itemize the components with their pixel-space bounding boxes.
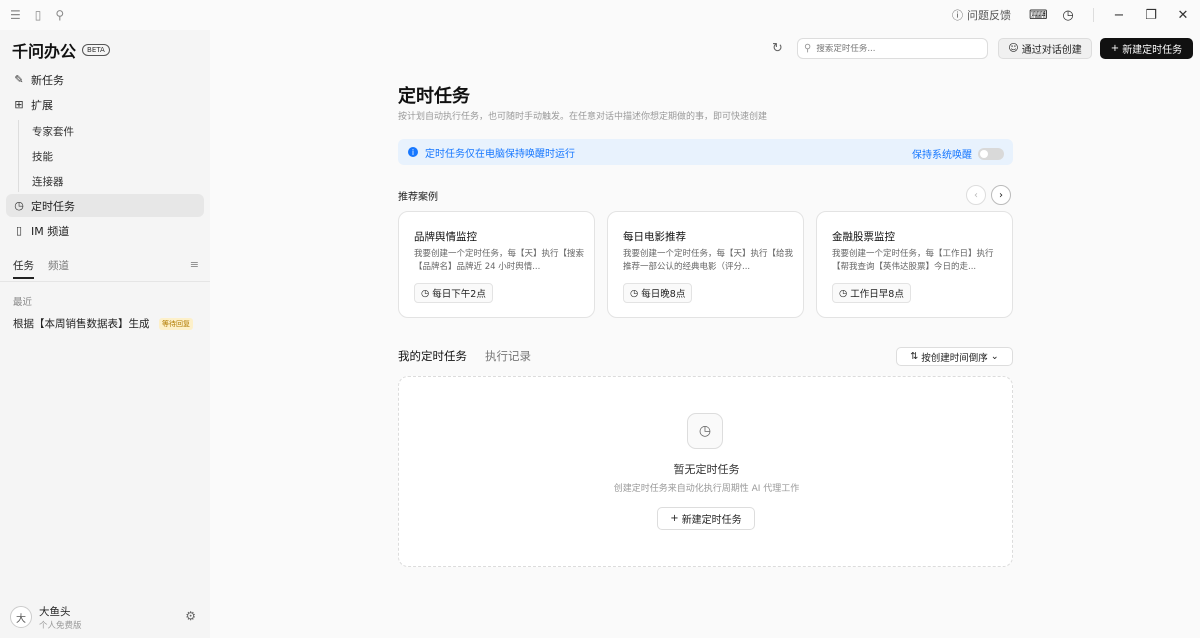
sidebar-toggle-icon[interactable]: ▯ <box>35 8 42 22</box>
user-profile[interactable]: 大 大鱼头 个人免费版 ⚙ <box>10 602 200 632</box>
keep-awake-control[interactable]: 保持系统唤醒 <box>912 146 1004 161</box>
info-banner: i 定时任务仅在电脑保持唤醒时运行 保持系统唤醒 <box>398 139 1013 165</box>
sort-dropdown[interactable]: ⇅ 按创建时间倒序 ⌄ <box>896 347 1013 366</box>
filter-icon[interactable]: ≡ <box>190 258 199 271</box>
tab-execution-history[interactable]: 执行记录 <box>485 348 531 364</box>
chevron-down-icon: ⌄ <box>990 351 999 362</box>
new-scheduled-task-button[interactable]: + 新建定时任务 <box>1100 38 1193 59</box>
recommendation-card[interactable]: 每日电影推荐 我要创建一个定时任务，每【天】执行【给我推荐一部公认的经典电影（评… <box>607 211 804 318</box>
page-description: 按计划自动执行任务，也可随时手动触发。在任意对话中描述你想定期做的事，即可快速创… <box>398 112 768 122</box>
gauge-icon[interactable]: ◷ <box>1061 8 1075 23</box>
recent-item-title: 根据【本周销售数据表】生成 <box>13 318 150 330</box>
refresh-icon[interactable]: ↻ <box>772 41 783 56</box>
sidebar-item-expert-suite[interactable]: 专家套件 <box>32 124 74 139</box>
tab-channels[interactable]: 频道 <box>48 258 69 280</box>
user-plan: 个人免费版 <box>39 620 82 631</box>
divider <box>0 281 210 282</box>
sidebar-item-connectors[interactable]: 连接器 <box>32 174 64 189</box>
card-description: 我要创建一个定时任务，每【天】执行【给我推荐一部公认的经典电影（评分... <box>623 249 794 272</box>
card-title: 品牌舆情监控 <box>414 231 477 243</box>
recent-label: 最近 <box>13 297 33 308</box>
sidebar-item-extensions[interactable]: ⊞ 扩展 <box>6 93 204 116</box>
user-name: 大鱼头 <box>39 605 71 618</box>
carousel-prev-button[interactable]: ‹ <box>966 185 986 205</box>
plus-icon: + <box>1110 43 1120 54</box>
keep-awake-label: 保持系统唤醒 <box>912 150 972 161</box>
card-description: 我要创建一个定时任务，每【天】执行【搜索【品牌名】品牌近 24 小时舆情... <box>414 249 585 272</box>
search-icon[interactable]: ⚲ <box>55 8 64 22</box>
tree-line <box>18 120 19 192</box>
edit-icon: ✎ <box>14 73 24 86</box>
tab-tasks[interactable]: 任务 <box>13 258 34 279</box>
schedule-tag: ◷ 工作日早8点 <box>832 283 911 303</box>
sidebar: 千问办公 BETA ✎ 新任务 ⊞ 扩展 专家套件 技能 连接器 ◷ 定时任务 … <box>0 30 210 638</box>
minimize-button[interactable]: − <box>1112 8 1126 23</box>
card-title: 每日电影推荐 <box>623 231 686 243</box>
brand-name: 千问办公 <box>12 42 77 61</box>
empty-description: 创建定时任务来自动化执行周期性 AI 代理工作 <box>613 484 800 494</box>
status-badge: 等待回复 <box>159 317 193 330</box>
task-tabs: 我的定时任务 执行记录 <box>398 348 531 364</box>
recommendation-card[interactable]: 品牌舆情监控 我要创建一个定时任务，每【天】执行【搜索【品牌名】品牌近 24 小… <box>398 211 595 318</box>
keyboard-icon[interactable]: ⌨ <box>1029 8 1048 23</box>
puzzle-icon: ⊞ <box>14 98 24 111</box>
feedback-button[interactable]: ⓘ 问题反馈 <box>952 7 1011 23</box>
carousel-next-button[interactable]: › <box>991 185 1011 205</box>
gear-icon[interactable]: ⚙ <box>185 609 196 623</box>
card-title: 金融股票监控 <box>832 231 895 243</box>
beta-badge: BETA <box>82 44 110 56</box>
avatar: 大 <box>10 606 32 628</box>
search-input[interactable] <box>816 43 977 54</box>
keep-awake-toggle[interactable] <box>978 147 1004 160</box>
empty-state: ◷ 暂无定时任务 创建定时任务来自动化执行周期性 AI 代理工作 + 新建定时任… <box>398 376 1013 567</box>
recommended-label: 推荐案例 <box>398 192 438 203</box>
page-title: 定时任务 <box>398 86 470 107</box>
sidebar-item-new-task[interactable]: ✎ 新任务 <box>6 68 204 91</box>
plus-icon: + <box>670 513 679 524</box>
brand: 千问办公 BETA <box>12 38 110 62</box>
phone-icon: ▯ <box>15 224 23 237</box>
sidebar-tabs: 任务 频道 ≡ <box>13 258 199 280</box>
close-button[interactable]: ✕ <box>1176 8 1190 23</box>
clock-icon: ◷ <box>421 287 430 299</box>
clock-icon: ◷ <box>839 287 848 299</box>
create-via-chat-button[interactable]: ☺ 通过对话创建 <box>998 38 1092 59</box>
sort-icon: ⇅ <box>910 351 919 362</box>
info-text: 定时任务仅在电脑保持唤醒时运行 <box>425 148 575 160</box>
title-bar: ☰ ▯ ⚲ ⓘ 问题反馈 ⌨ ◷ − ❐ ✕ <box>0 0 1200 30</box>
search-icon: ⚲ <box>804 43 812 54</box>
chat-icon: ☺ <box>1008 43 1019 54</box>
question-icon: ⓘ <box>952 9 963 22</box>
card-description: 我要创建一个定时任务，每【工作日】执行【帮我查询【英伟达股票】今日的走... <box>832 249 994 272</box>
sidebar-item-im-channels[interactable]: ▯ IM 频道 <box>6 219 204 242</box>
restore-button[interactable]: ❐ <box>1144 8 1158 23</box>
tab-my-scheduled-tasks[interactable]: 我的定时任务 <box>398 348 467 364</box>
empty-title: 暂无定时任务 <box>673 463 740 476</box>
menu-icon[interactable]: ☰ <box>10 8 21 22</box>
clock-icon: ◷ <box>687 413 723 449</box>
empty-new-task-button[interactable]: + 新建定时任务 <box>657 507 755 530</box>
schedule-tag: ◷ 每日下午2点 <box>414 283 493 303</box>
clock-icon: ◷ <box>630 287 639 299</box>
search-field[interactable]: ⚲ <box>797 38 988 59</box>
sidebar-item-skills[interactable]: 技能 <box>32 149 53 164</box>
schedule-tag: ◷ 每日晚8点 <box>623 283 693 303</box>
clock-icon: ◷ <box>14 199 24 212</box>
list-item[interactable]: 根据【本周销售数据表】生成 等待回复 <box>13 316 203 331</box>
recommendation-card[interactable]: 金融股票监控 我要创建一个定时任务，每【工作日】执行【帮我查询【英伟达股票】今日… <box>816 211 1013 318</box>
info-icon: i <box>408 147 418 157</box>
divider <box>1093 8 1094 22</box>
sidebar-item-scheduled-tasks[interactable]: ◷ 定时任务 <box>6 194 204 217</box>
